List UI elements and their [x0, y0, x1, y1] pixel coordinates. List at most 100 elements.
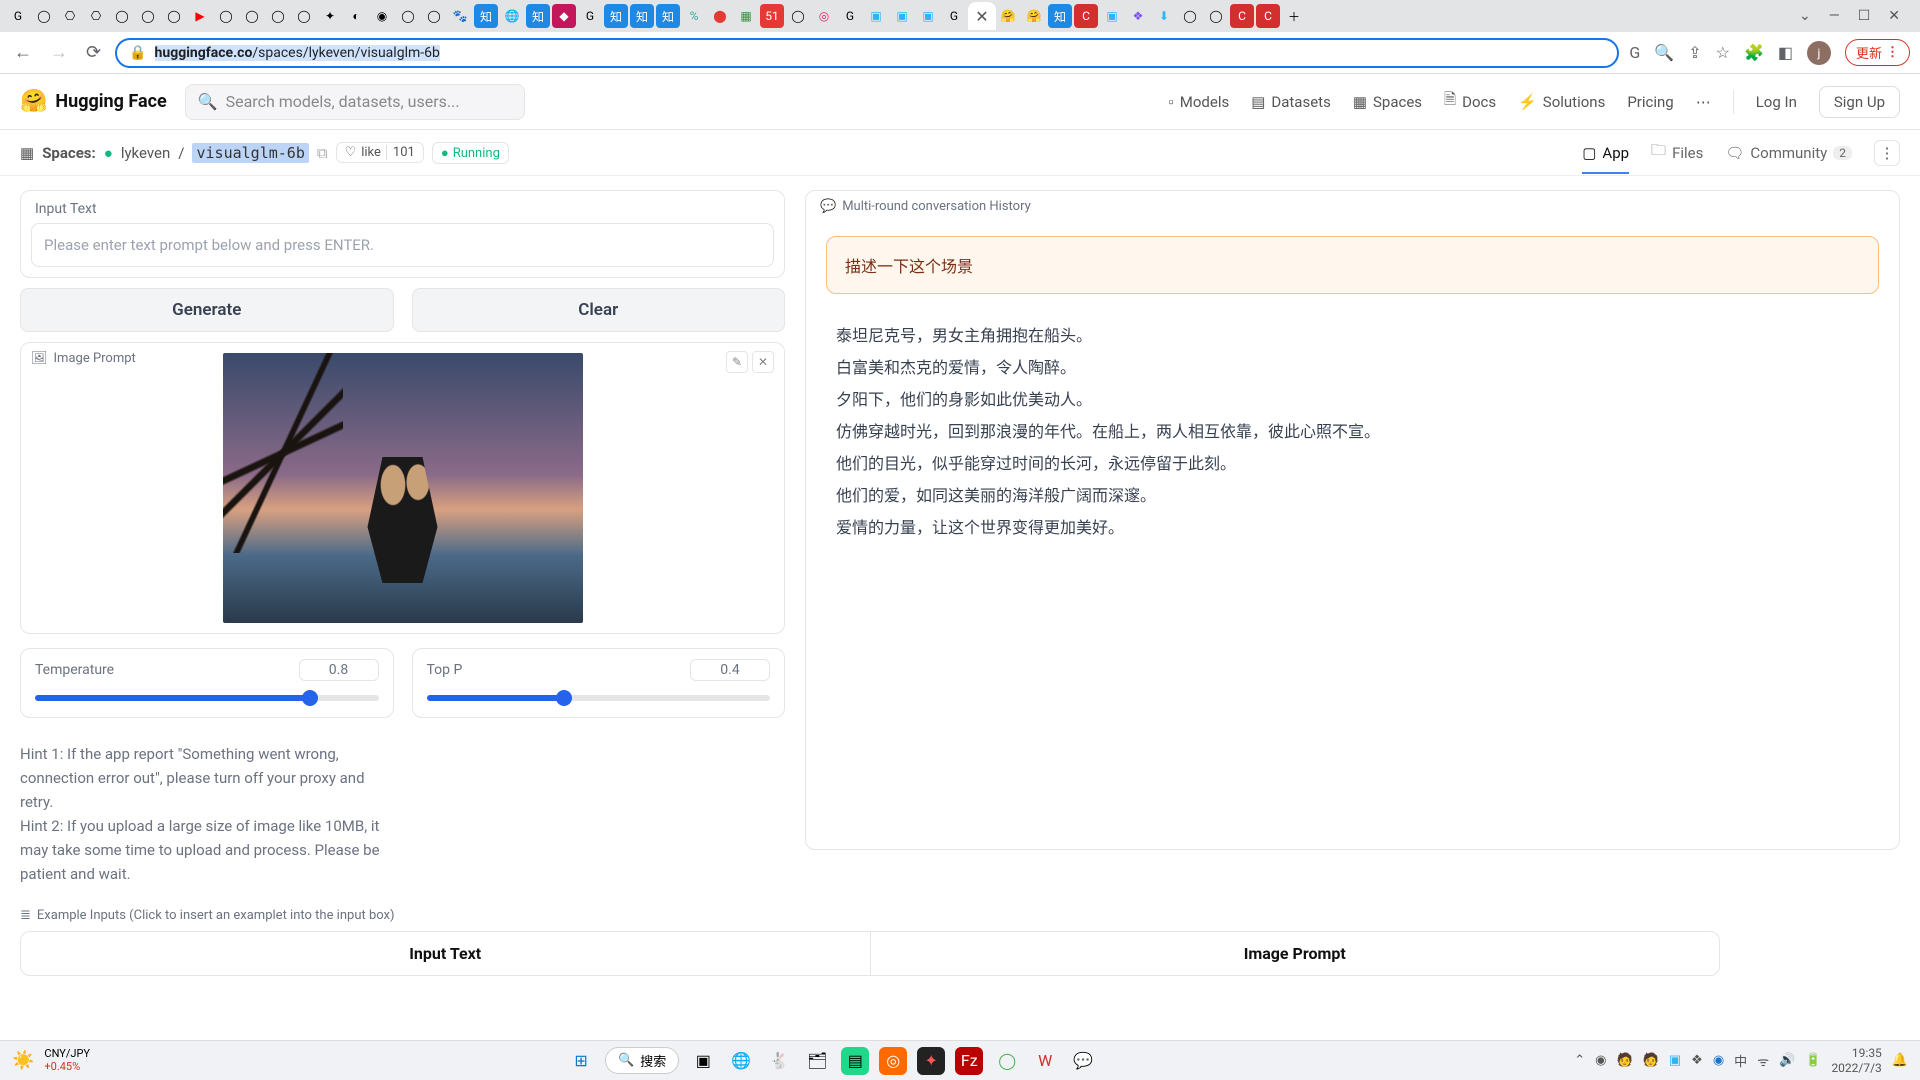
wechat-icon[interactable]: 💬	[1069, 1047, 1097, 1075]
clear-button[interactable]: Clear	[412, 288, 786, 332]
active-tab[interactable]: ✕	[968, 2, 996, 30]
temperature-value[interactable]: 0.8	[299, 659, 379, 681]
image-upload-card[interactable]: 🖼Image Prompt ✎ ✕	[20, 342, 785, 634]
maximize-icon[interactable]: ☐	[1858, 8, 1871, 24]
avatar[interactable]: j	[1807, 41, 1831, 65]
tab-favicon[interactable]: ❖	[1126, 4, 1150, 28]
close-icon[interactable]: ✕	[1888, 8, 1900, 24]
like-button[interactable]: ♡like101	[336, 142, 424, 163]
topp-slider[interactable]	[427, 695, 771, 701]
tab-app[interactable]: ▢App	[1582, 144, 1629, 174]
tab-favicon[interactable]: 知	[1048, 4, 1072, 28]
tray-icon[interactable]: ◉	[1595, 1053, 1606, 1068]
tab-favicon[interactable]: ◯	[136, 4, 160, 28]
tab-favicon[interactable]: C	[1256, 4, 1280, 28]
tab-favicon[interactable]: ▣	[890, 4, 914, 28]
tab-favicon[interactable]: %	[682, 4, 706, 28]
weather-icon[interactable]: ☀️	[12, 1050, 34, 1071]
tab-favicon[interactable]: G	[578, 4, 602, 28]
nav-solutions[interactable]: ⚡Solutions	[1518, 93, 1605, 111]
tab-favicon[interactable]: ⬇	[1152, 4, 1176, 28]
copy-icon[interactable]: ⧉	[317, 144, 328, 162]
forward-icon[interactable]: →	[46, 38, 72, 67]
filezilla-icon[interactable]: Fz	[955, 1047, 983, 1075]
close-tab-icon[interactable]: ✕	[975, 7, 988, 26]
topp-value[interactable]: 0.4	[690, 659, 770, 681]
tab-favicon[interactable]: ◐	[344, 4, 368, 28]
back-icon[interactable]: ←	[10, 38, 36, 67]
tab-favicon[interactable]: C	[1074, 4, 1098, 28]
tab-favicon[interactable]: ◯	[110, 4, 134, 28]
tab-favicon[interactable]: ▦	[734, 4, 758, 28]
chrome-icon[interactable]: 🌐	[727, 1047, 755, 1075]
nav-more[interactable]: ⋯	[1696, 93, 1711, 111]
ime-icon[interactable]: 中	[1734, 1051, 1747, 1070]
tab-files[interactable]: 🗀Files	[1651, 140, 1703, 165]
reload-icon[interactable]: ⟳	[82, 38, 105, 67]
battery-icon[interactable]: 🔋	[1805, 1053, 1821, 1068]
tab-favicon[interactable]: ✦	[318, 4, 342, 28]
chevron-down-icon[interactable]: ⌄	[1799, 8, 1811, 24]
nav-models[interactable]: ▫Models	[1168, 93, 1229, 111]
wps-icon[interactable]: W	[1031, 1047, 1059, 1075]
star-icon[interactable]: ☆	[1716, 43, 1730, 62]
pycharm-icon[interactable]: ▤	[841, 1047, 869, 1075]
tab-favicon[interactable]: ⬤	[708, 4, 732, 28]
tab-favicon[interactable]: ◯	[1204, 4, 1228, 28]
tab-favicon[interactable]: 知	[474, 4, 498, 28]
signup-button[interactable]: Sign Up	[1819, 86, 1900, 118]
tab-favicon[interactable]: 🤗	[1022, 4, 1046, 28]
app-icon[interactable]: 🐇	[765, 1047, 793, 1075]
tab-favicon[interactable]: 🌐	[500, 4, 524, 28]
tab-favicon[interactable]: ◯	[214, 4, 238, 28]
extensions-icon[interactable]: 🧩	[1744, 43, 1764, 62]
explorer-icon[interactable]: 🗂	[803, 1047, 831, 1075]
tab-favicon[interactable]: G	[6, 4, 30, 28]
wifi-icon[interactable]: ᯤ	[1757, 1052, 1769, 1070]
start-button[interactable]: ⊞	[567, 1047, 595, 1075]
edit-icon[interactable]: ✎	[726, 351, 748, 373]
tab-favicon[interactable]: ▣	[1100, 4, 1124, 28]
tab-favicon[interactable]: ◯	[240, 4, 264, 28]
weather-widget[interactable]: CNY/JPY +0.45%	[44, 1048, 90, 1072]
minimize-icon[interactable]: —	[1829, 8, 1840, 24]
tray-icon[interactable]: 🧑	[1617, 1053, 1633, 1068]
tray-icon[interactable]: ▣	[1669, 1053, 1681, 1068]
tab-favicon[interactable]: 知	[656, 4, 680, 28]
tab-favicon[interactable]: 🤗	[996, 4, 1020, 28]
tab-favicon[interactable]: 51	[760, 4, 784, 28]
clock[interactable]: 19:352022/7/3	[1831, 1046, 1881, 1075]
tab-favicon[interactable]: ▣	[916, 4, 940, 28]
tab-favicon[interactable]: ⎔	[58, 4, 82, 28]
app-icon[interactable]: ◯	[993, 1047, 1021, 1075]
login-link[interactable]: Log In	[1756, 93, 1797, 111]
tab-favicon[interactable]: ◉	[370, 4, 394, 28]
owner-link[interactable]: lykeven	[121, 144, 170, 162]
nav-spaces[interactable]: ▦Spaces	[1353, 93, 1422, 111]
nav-pricing[interactable]: Pricing	[1627, 93, 1673, 111]
sidepanel-icon[interactable]: ◧	[1778, 43, 1793, 62]
prompt-input[interactable]: Please enter text prompt below and press…	[31, 223, 774, 267]
tab-favicon[interactable]: 知	[604, 4, 628, 28]
share-icon[interactable]: ⇪	[1688, 43, 1701, 62]
tab-community[interactable]: 🗨Community2	[1725, 144, 1852, 162]
tray-icon[interactable]: 🧑	[1643, 1053, 1659, 1068]
tab-favicon[interactable]: G	[838, 4, 862, 28]
tab-favicon[interactable]: ◆	[552, 4, 576, 28]
tab-favicon[interactable]: C	[1230, 4, 1254, 28]
tab-favicon[interactable]: 🐾	[448, 4, 472, 28]
tab-favicon[interactable]: ◯	[32, 4, 56, 28]
temperature-slider[interactable]	[35, 695, 379, 701]
nav-docs[interactable]: 🗎Docs	[1444, 89, 1496, 114]
space-name[interactable]: visualglm-6b	[192, 143, 308, 163]
tab-favicon[interactable]: ◯	[292, 4, 316, 28]
zoom-icon[interactable]: 🔍	[1654, 43, 1674, 62]
hf-logo[interactable]: 🤗Hugging Face	[20, 89, 167, 114]
nav-datasets[interactable]: ▤Datasets	[1251, 93, 1331, 111]
tab-favicon[interactable]: ◯	[162, 4, 186, 28]
tab-favicon[interactable]: G	[942, 4, 966, 28]
remove-image-icon[interactable]: ✕	[752, 351, 774, 373]
volume-icon[interactable]: 🔊	[1779, 1053, 1795, 1068]
search-input[interactable]: 🔍Search models, datasets, users...	[185, 84, 525, 120]
address-bar[interactable]: 🔒 huggingface.co/spaces/lykeven/visualgl…	[115, 38, 1619, 68]
